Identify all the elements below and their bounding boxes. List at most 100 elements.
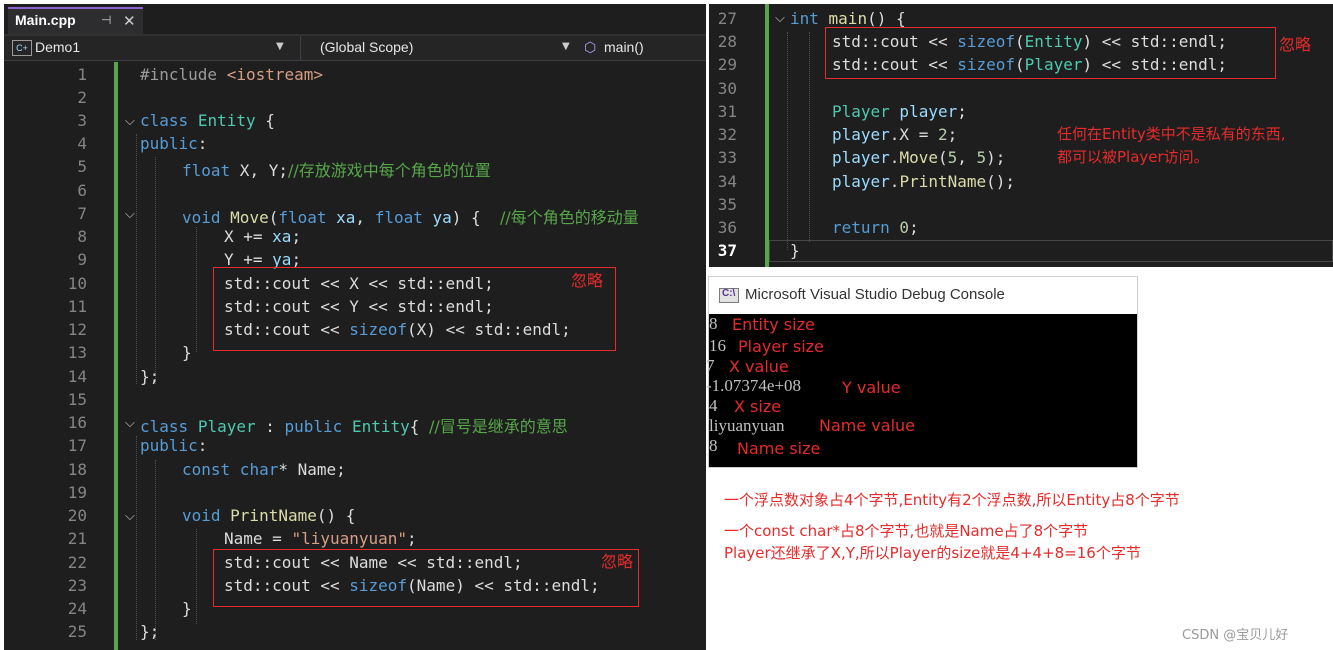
left-code-editor[interactable]: Main.cpp ⊣ ✕ C+ Demo1 ▼ (Global Scope) ▼… <box>4 4 706 650</box>
code-line: player.X = 2; <box>832 125 957 144</box>
fold-chevron-icon[interactable]: ⌵ <box>125 207 135 222</box>
ignore-note: 忽略 <box>1279 35 1312 54</box>
line-number: 33 <box>717 148 737 167</box>
line-number: 9 <box>77 250 87 269</box>
explanation-line: Player还继承了X,Y,所以Player的size就是4+4+8=16个字节 <box>724 544 1141 562</box>
chevron-down-icon[interactable]: ▼ <box>562 41 570 52</box>
tab-main-cpp[interactable]: Main.cpp ⊣ ✕ <box>8 7 143 34</box>
code-token: Entity <box>342 417 410 436</box>
line-number: 14 <box>67 367 87 386</box>
line-number: 32 <box>717 125 737 144</box>
code-line: class Player : public Entity{ //冒号是继承的意思 <box>140 413 568 437</box>
fold-chevron-icon[interactable]: ⌵ <box>125 114 135 129</box>
code-token: main <box>818 9 868 28</box>
code-token: public <box>140 436 198 455</box>
line-number: 12 <box>67 320 87 339</box>
cube-icon: ⬡ <box>584 39 597 55</box>
indent-guide <box>136 436 137 640</box>
tab-label: Main.cpp <box>15 12 76 28</box>
code-comment: //冒号是继承的意思 <box>429 417 568 436</box>
right-code-editor[interactable]: 27 28 29 30 31 32 33 34 35 36 37 ⌵ int m… <box>709 4 1333 267</box>
line-number: 23 <box>67 576 87 595</box>
code-line: float X, Y;//存放游戏中每个角色的位置 <box>182 157 491 181</box>
output-label: Player size <box>738 337 824 356</box>
code-line: int main() { <box>790 9 906 28</box>
code-line: Player player; <box>832 102 967 121</box>
code-token: ( <box>937 148 948 167</box>
code-token: X, Y; <box>230 161 288 180</box>
console-output: 8 <box>709 436 718 455</box>
line-number: 30 <box>717 79 737 98</box>
code-line: return 0; <box>832 218 919 237</box>
fold-chevron-icon[interactable]: ⌵ <box>125 416 135 431</box>
explanation-line: 一个const char*占8个字节,也就是Name占了8个字节 <box>724 522 1089 540</box>
code-line: void PrintName() { <box>182 506 355 525</box>
code-token: { <box>255 111 275 130</box>
member-dropdown[interactable]: main() <box>604 39 644 55</box>
project-dropdown[interactable]: Demo1 <box>35 39 80 55</box>
line-number: 19 <box>67 483 87 502</box>
code-token: void <box>182 208 221 227</box>
chevron-down-icon[interactable]: ▼ <box>276 41 284 52</box>
code-token: PrintName <box>899 172 987 191</box>
console-output: 7 <box>706 356 715 375</box>
code-token: X += <box>224 227 273 246</box>
code-token: ; <box>947 125 958 144</box>
code-token: public <box>140 134 198 153</box>
console-output: 8 <box>709 314 718 333</box>
code-token: PrintName <box>220 506 317 525</box>
code-token: player <box>832 125 890 144</box>
highlight-box <box>825 27 1276 79</box>
code-token: 5 <box>947 148 958 167</box>
code-token: Player <box>832 102 890 121</box>
code-token: () { <box>867 9 906 28</box>
code-token: * Name; <box>278 460 346 479</box>
output-label: Y value <box>842 378 901 397</box>
code-token: void <box>182 506 221 525</box>
line-number: 5 <box>77 157 87 176</box>
code-token: Player <box>197 417 256 436</box>
code-token: Entity <box>197 111 256 130</box>
code-comment: //存放游戏中每个角色的位置 <box>287 161 491 180</box>
code-token: "liyuanyuan" <box>291 529 408 548</box>
code-token: class <box>140 417 189 436</box>
console-output: 16 <box>709 336 726 355</box>
ignore-note: 忽略 <box>601 552 634 571</box>
code-token: #include <box>140 65 227 84</box>
pin-icon[interactable]: ⊣ <box>101 13 111 27</box>
code-token: { <box>409 417 430 436</box>
tab-bar: Main.cpp ⊣ ✕ <box>4 4 706 36</box>
code-line: } <box>182 599 192 618</box>
fold-chevron-icon[interactable]: ⌵ <box>775 11 785 26</box>
code-token: ( <box>268 208 279 227</box>
indent-guide <box>136 134 137 384</box>
current-line-highlight <box>769 240 1333 262</box>
code-line: Name = "liyuanyuan"; <box>224 529 417 548</box>
fold-chevron-icon[interactable]: ⌵ <box>125 509 135 524</box>
code-area[interactable]: 1 2 3 4 5 6 7 8 9 10 11 12 13 14 15 16 1… <box>4 62 706 650</box>
close-icon[interactable]: ✕ <box>123 12 136 30</box>
line-number: 22 <box>67 553 87 572</box>
code-token: 5 <box>976 148 987 167</box>
code-line: #include <iostream> <box>140 65 323 84</box>
line-number: 6 <box>77 181 87 200</box>
console-title-bar[interactable]: C:\ Microsoft Visual Studio Debug Consol… <box>709 277 1137 314</box>
code-token: 0 <box>889 218 910 237</box>
output-label: Entity size <box>732 315 815 334</box>
code-line: } <box>790 241 800 260</box>
scope-dropdown[interactable]: (Global Scope) <box>320 39 413 55</box>
indent-guide <box>196 529 197 624</box>
code-token: ; <box>957 102 967 121</box>
code-token: player <box>832 172 890 191</box>
code-token: .X = <box>889 125 938 144</box>
navigation-bar: C+ Demo1 ▼ (Global Scope) ▼ ⬡ main() <box>4 36 706 61</box>
code-token: float <box>182 161 231 180</box>
divider <box>300 36 301 60</box>
output-label: X size <box>734 397 782 416</box>
line-number: 20 <box>67 506 87 525</box>
debug-console-window[interactable]: C:\ Microsoft Visual Studio Debug Consol… <box>706 276 1138 468</box>
line-number: 11 <box>67 297 87 316</box>
highlight-box <box>213 549 639 607</box>
line-number: 17 <box>67 436 87 455</box>
line-number: 27 <box>717 9 737 28</box>
